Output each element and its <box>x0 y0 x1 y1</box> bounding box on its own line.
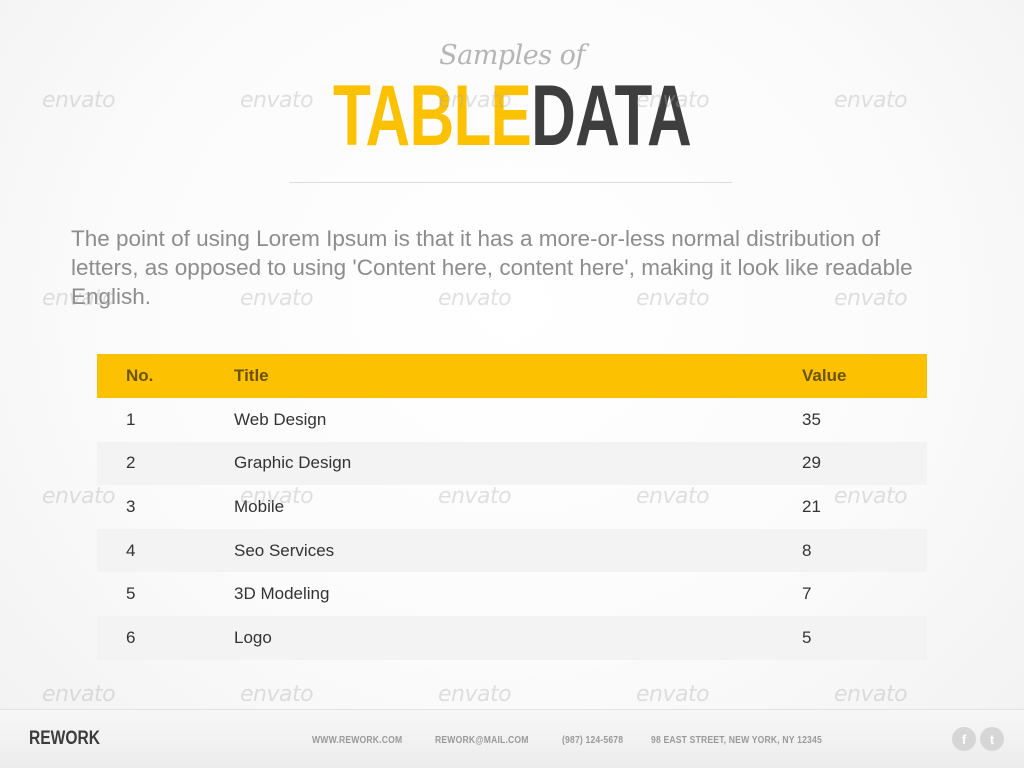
table-row: 3 Mobile 21 <box>97 485 927 529</box>
cell-title: Graphic Design <box>234 453 352 473</box>
table-row: 1 Web Design 35 <box>97 398 927 442</box>
cell-title: Mobile <box>234 496 285 516</box>
cell-no: 3 <box>126 496 136 516</box>
title-part-data: DATA <box>531 68 692 164</box>
cell-title: Seo Services <box>234 540 335 560</box>
social-links: f t <box>952 727 1004 751</box>
cell-value: 8 <box>802 540 812 560</box>
facebook-icon[interactable]: f <box>952 727 976 751</box>
footer-email-link[interactable]: REWORK@MAIL.COM <box>435 735 529 746</box>
data-table: No. Title Value 1 Web Design 35 2 Graphi… <box>97 354 927 660</box>
envato-watermark: envato <box>834 682 908 707</box>
footer: REWORK WWW.REWORK.COM REWORK@MAIL.COM (9… <box>0 709 1024 768</box>
envato-watermark: envato <box>42 88 116 113</box>
footer-contacts: WWW.REWORK.COM REWORK@MAIL.COM (987) 124… <box>312 735 850 746</box>
cell-no: 6 <box>126 627 136 647</box>
cell-value: 35 <box>802 409 821 429</box>
cell-value: 29 <box>802 453 821 473</box>
title-part-table: TABLE <box>332 68 532 164</box>
cell-value: 5 <box>802 627 812 647</box>
cell-value: 21 <box>802 496 821 516</box>
table-row: 4 Seo Services 8 <box>97 528 927 573</box>
table-row: 2 Graphic Design 29 <box>97 441 927 486</box>
cell-no: 4 <box>126 540 136 560</box>
footer-address: 98 EAST STREET, NEW YORK, NY 12345 <box>651 735 822 746</box>
footer-brand-logo: REWORK <box>29 728 100 749</box>
envato-watermark: envato <box>240 682 314 707</box>
column-header-no: No. <box>126 366 154 385</box>
table-row: 5 3D Modeling 7 <box>97 572 927 616</box>
cell-no: 1 <box>126 409 136 429</box>
envato-watermark: envato <box>438 682 512 707</box>
cell-no: 5 <box>126 584 136 604</box>
column-header-value: Value <box>802 366 847 385</box>
footer-website-link[interactable]: WWW.REWORK.COM <box>312 735 402 746</box>
header-divider <box>290 182 732 183</box>
footer-phone: (987) 124-5678 <box>561 735 624 746</box>
column-header-title: Title <box>234 366 269 385</box>
cell-no: 2 <box>126 453 136 473</box>
page-title: TABLEDATA <box>143 70 880 162</box>
cell-title: Logo <box>234 627 272 647</box>
cell-title: Web Design <box>234 409 327 429</box>
envato-watermark: envato <box>42 682 116 707</box>
envato-watermark: envato <box>636 682 710 707</box>
twitter-icon[interactable]: t <box>980 727 1004 751</box>
table-header: No. Title Value <box>97 354 927 398</box>
table-row: 6 Logo 5 <box>97 615 927 660</box>
intro-paragraph: The point of using Lorem Ipsum is that i… <box>71 226 913 309</box>
cell-value: 7 <box>802 584 812 604</box>
cell-title: 3D Modeling <box>234 584 330 604</box>
subtitle: Samples of <box>439 40 585 71</box>
